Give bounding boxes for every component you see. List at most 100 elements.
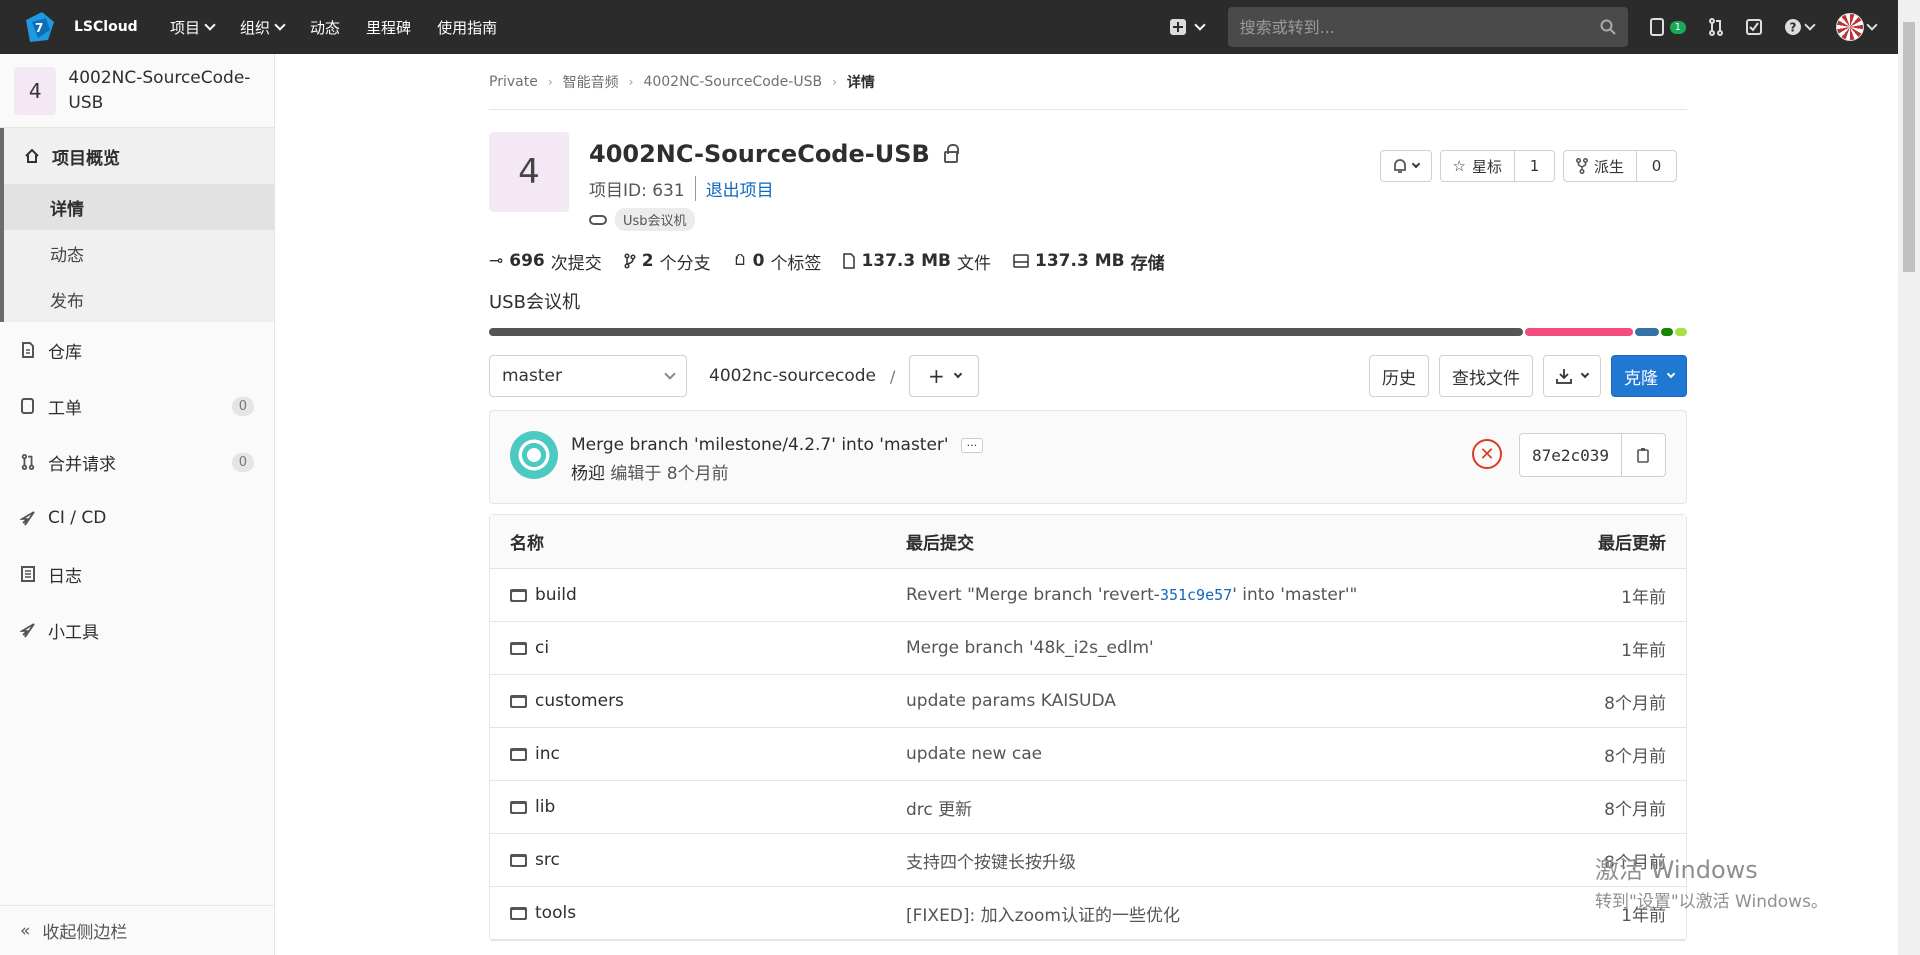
brand[interactable]: 7 LSCloud: [20, 8, 170, 46]
language-segment[interactable]: [1674, 328, 1687, 336]
nav-guide[interactable]: 使用指南: [437, 17, 497, 38]
log-icon: [21, 566, 35, 582]
commit-author-avatar[interactable]: [510, 431, 558, 479]
search-input[interactable]: [1239, 17, 1600, 37]
file-name-link[interactable]: tools: [535, 903, 576, 923]
commit-message-cell[interactable]: Merge branch '48k_i2s_edlm': [906, 638, 1506, 658]
history-button[interactable]: 历史: [1369, 355, 1429, 397]
fork-count[interactable]: 0: [1636, 151, 1676, 181]
breadcrumb-group[interactable]: 智能音频: [563, 72, 619, 92]
commit-message-cell[interactable]: [FIXED]: 加入zoom认证的一些优化: [906, 901, 1506, 926]
todos-button[interactable]: [1746, 19, 1762, 35]
file-name-link[interactable]: inc: [535, 744, 560, 764]
table-row[interactable]: lib drc 更新 8个月前: [490, 781, 1686, 834]
sidebar-item-tools[interactable]: 小工具: [0, 602, 274, 658]
repo-path[interactable]: 4002nc-sourcecode: [709, 366, 876, 386]
commit-message-cell[interactable]: 支持四个按键长按升级: [906, 848, 1506, 873]
branch-select[interactable]: master: [489, 355, 687, 397]
stat-branches[interactable]: 2 个分支: [624, 249, 711, 274]
sidebar-item-logs[interactable]: 日志: [0, 546, 274, 602]
issues-todo-button[interactable]: 1: [1649, 18, 1686, 36]
copy-sha-button[interactable]: [1621, 434, 1665, 476]
table-row[interactable]: ci Merge branch '48k_i2s_edlm' 1年前: [490, 622, 1686, 675]
commit-ref-link[interactable]: 351c9e57: [1160, 586, 1232, 604]
stat-files[interactable]: 137.3 MB 文件: [843, 249, 991, 274]
commit-sha[interactable]: 87e2c039: [1520, 434, 1621, 476]
sidebar-item-merge-requests[interactable]: 合并请求 0: [0, 434, 274, 490]
stat-storage[interactable]: 137.3 MB 存储: [1013, 249, 1165, 274]
add-to-tree-button[interactable]: +: [909, 355, 980, 397]
clone-button[interactable]: 克隆: [1611, 355, 1687, 397]
search-box[interactable]: [1227, 7, 1628, 47]
file-name-link[interactable]: build: [535, 585, 577, 605]
nav-activity[interactable]: 动态: [310, 17, 340, 38]
commit-message-cell[interactable]: drc 更新: [906, 795, 1506, 820]
new-dropdown[interactable]: [1169, 19, 1206, 35]
commit-icon: ⊸: [489, 251, 504, 271]
breadcrumb-private[interactable]: Private: [489, 74, 538, 90]
sidebar-item-ci-cd[interactable]: CI / CD: [0, 490, 274, 546]
scrollbar-thumb[interactable]: [1903, 22, 1915, 272]
commit-author[interactable]: 杨迎: [571, 464, 605, 484]
table-row[interactable]: customers update params KAISUDA 8个月前: [490, 675, 1686, 728]
table-row[interactable]: inc update new cae 8个月前: [490, 728, 1686, 781]
leave-project-link[interactable]: 退出项目: [694, 176, 774, 201]
fork-button[interactable]: 派生: [1564, 151, 1636, 181]
file-name-link[interactable]: customers: [535, 691, 624, 711]
pipeline-failed-icon[interactable]: ✕: [1472, 439, 1502, 469]
file-name-link[interactable]: ci: [535, 638, 549, 658]
sidebar-item-overview[interactable]: 项目概览: [4, 128, 274, 184]
breadcrumb-project[interactable]: 4002NC-SourceCode-USB: [643, 74, 822, 90]
table-row[interactable]: tools [FIXED]: 加入zoom认证的一些优化 1年前: [490, 887, 1686, 940]
nav-milestones[interactable]: 里程碑: [366, 17, 411, 38]
table-row[interactable]: build Revert "Merge branch 'revert-351c9…: [490, 569, 1686, 622]
language-segment[interactable]: [1660, 328, 1673, 336]
language-segment[interactable]: [489, 328, 1523, 336]
sidebar-item-activity[interactable]: 动态: [4, 230, 274, 276]
chevron-down-icon: [1580, 369, 1590, 379]
commit-message-text: ' into 'master'": [1232, 585, 1358, 605]
merge-requests-button[interactable]: [1708, 18, 1724, 36]
merge-requests-count-badge: 0: [231, 452, 254, 472]
notification-button[interactable]: [1379, 150, 1432, 182]
sidebar-project-header[interactable]: 4 4002NC-SourceCode-USB: [0, 54, 274, 128]
folder-icon: [510, 641, 527, 655]
file-name-link[interactable]: lib: [535, 797, 555, 817]
user-avatar: [1836, 13, 1864, 41]
repository-languages-bar[interactable]: [489, 328, 1687, 336]
find-file-button[interactable]: 查找文件: [1439, 355, 1533, 397]
breadcrumb-current[interactable]: 详情: [847, 72, 875, 92]
nav-projects[interactable]: 项目: [170, 17, 216, 38]
nav-milestones-label: 里程碑: [366, 18, 412, 37]
commit-expand-button[interactable]: ···: [960, 437, 984, 453]
stat-commits-value: 696: [509, 251, 545, 271]
page-scrollbar[interactable]: [1898, 0, 1920, 955]
sidebar-item-label: CI / CD: [48, 508, 107, 528]
topic-badge[interactable]: Usb会议机: [615, 208, 695, 231]
sidebar-item-repository[interactable]: 仓库: [0, 322, 274, 378]
stat-commits[interactable]: ⊸ 696 次提交: [489, 249, 602, 274]
star-button[interactable]: ☆ 星标: [1441, 151, 1514, 181]
stat-tags[interactable]: 0 个标签: [733, 249, 821, 274]
download-button[interactable]: [1543, 355, 1601, 397]
help-dropdown[interactable]: ?: [1784, 18, 1816, 36]
file-name-link[interactable]: src: [535, 850, 560, 870]
merge-request-icon: [1709, 18, 1723, 36]
table-row[interactable]: src 支持四个按键长按升级 8个月前: [490, 834, 1686, 887]
star-count[interactable]: 1: [1513, 151, 1554, 181]
file-name-cell: lib: [510, 797, 906, 817]
sidebar-item-issues[interactable]: 工单 0: [0, 378, 274, 434]
commit-message-cell[interactable]: update new cae: [906, 744, 1506, 764]
commit-message-cell[interactable]: Revert "Merge branch 'revert-351c9e57' i…: [906, 585, 1506, 605]
language-segment[interactable]: [1524, 328, 1633, 336]
sidebar-item-details[interactable]: 详情: [4, 184, 274, 230]
language-segment[interactable]: [1634, 328, 1659, 336]
user-menu[interactable]: [1836, 13, 1878, 41]
project-topics: Usb会议机: [589, 208, 695, 231]
sidebar-item-releases[interactable]: 发布: [4, 276, 274, 322]
rocket-icon: [20, 511, 35, 526]
nav-groups[interactable]: 组织: [240, 17, 286, 38]
collapse-sidebar-button[interactable]: « 收起侧边栏: [0, 905, 274, 955]
commit-title-link[interactable]: Merge branch 'milestone/4.2.7' into 'mas…: [571, 435, 949, 455]
commit-message-cell[interactable]: update params KAISUDA: [906, 691, 1506, 711]
